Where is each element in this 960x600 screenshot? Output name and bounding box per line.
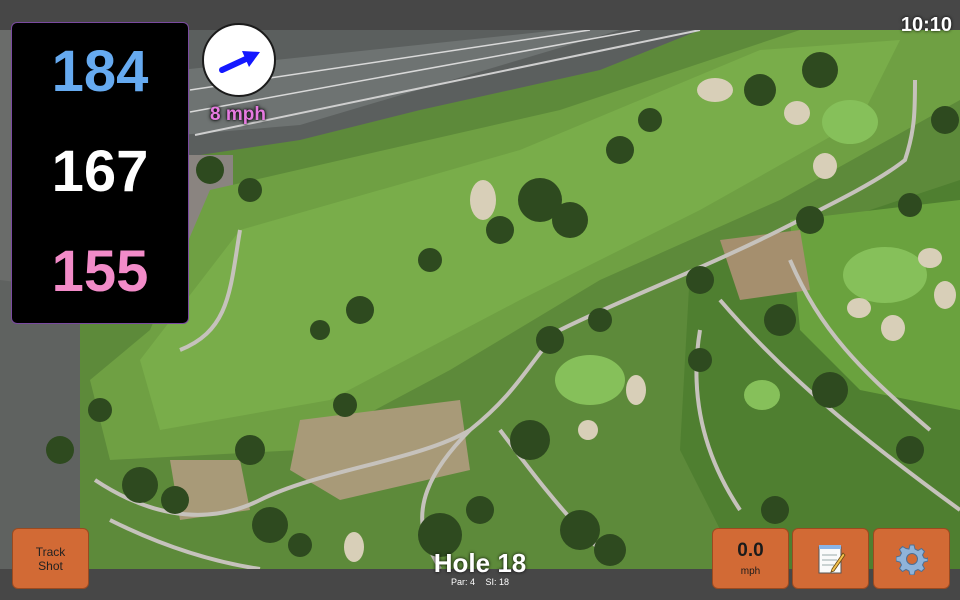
notes-button[interactable]: [792, 528, 869, 589]
track-shot-button[interactable]: Track Shot: [12, 528, 89, 589]
wind-direction-indicator: [202, 23, 276, 97]
hole-title: Hole 18: [433, 548, 527, 578]
wind-speed-value: 0.0: [737, 540, 764, 561]
track-shot-label-line2: Shot: [38, 558, 63, 573]
center-yardage: 167: [51, 139, 149, 204]
wind-speed-button[interactable]: 0.0 mph: [712, 528, 789, 589]
wind-speed-label: 8 mph: [210, 104, 266, 125]
gear-icon: [895, 544, 928, 575]
yardage-panel: 184 167 155: [11, 22, 189, 324]
front-yardage: 155: [51, 239, 149, 304]
wind-direction-arrow-icon: [219, 51, 260, 73]
wind-speed-unit: mph: [740, 566, 761, 577]
hole-stroke-index: SI: 18: [485, 577, 510, 587]
settings-button[interactable]: [873, 528, 950, 589]
track-shot-label-line1: Track: [35, 544, 66, 559]
hole-par: Par: 4: [450, 577, 475, 587]
back-yardage: 184: [51, 39, 149, 104]
notepad-icon: [818, 544, 846, 573]
clock: 10:10: [900, 14, 952, 36]
hole-meta: Par: 4 SI: 18: [380, 577, 580, 587]
